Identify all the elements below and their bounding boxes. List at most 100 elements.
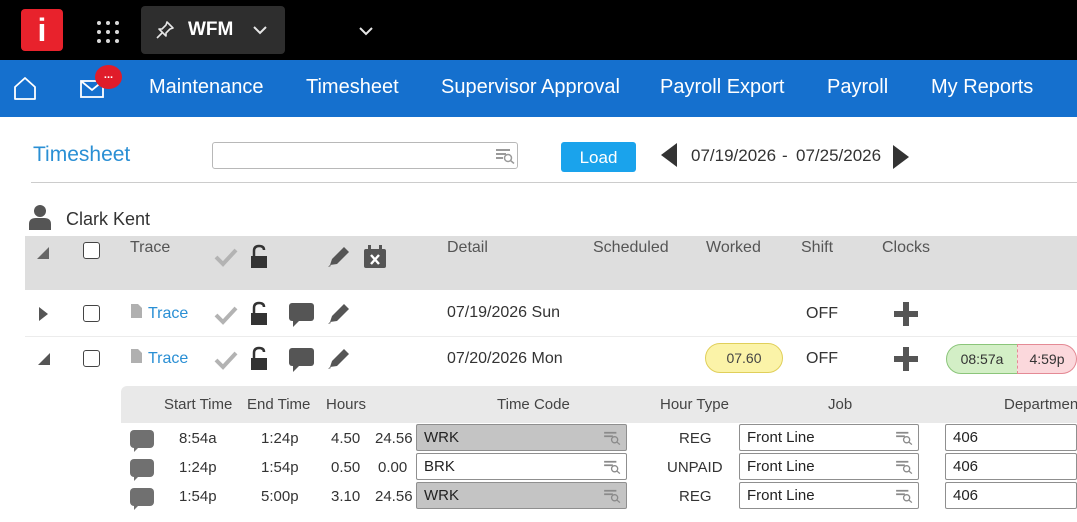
pin-icon xyxy=(156,21,174,39)
unlock-icon[interactable] xyxy=(248,301,274,327)
department-field[interactable]: 406 xyxy=(945,424,1077,451)
lookup-icon[interactable] xyxy=(495,148,515,164)
department-value: 406 xyxy=(953,487,979,504)
time-code-field[interactable]: WRK xyxy=(416,482,627,509)
load-button[interactable]: Load xyxy=(561,142,636,172)
detail-rate: 24.56 xyxy=(375,430,413,447)
date-from: 07/19/2026 xyxy=(691,146,777,165)
nav-supervisor-approval[interactable]: Supervisor Approval xyxy=(441,76,620,99)
select-all-checkbox[interactable] xyxy=(83,242,100,259)
employee-name: Clark Kent xyxy=(66,209,151,229)
job-value: Front Line xyxy=(747,429,815,446)
header-end-time: End Time xyxy=(247,396,311,413)
detail-end-time: 5:00p xyxy=(261,488,299,505)
nav-my-reports[interactable]: My Reports xyxy=(931,76,1033,99)
home-icon[interactable] xyxy=(12,75,38,101)
nav-timesheet[interactable]: Timesheet xyxy=(306,76,399,99)
comment-icon[interactable] xyxy=(288,302,316,328)
header-trace: Trace xyxy=(130,239,171,256)
department-value: 406 xyxy=(953,458,979,475)
approve-check-icon[interactable] xyxy=(214,350,238,370)
time-code-value: BRK xyxy=(424,458,455,475)
detail-hour-type: UNPAID xyxy=(667,459,723,476)
edit-pencil-icon[interactable] xyxy=(326,302,352,326)
calendar-remove-icon xyxy=(364,245,386,268)
row-divider xyxy=(25,336,1077,337)
lookup-icon[interactable] xyxy=(603,460,621,474)
time-code-field[interactable]: WRK xyxy=(416,424,627,451)
lookup-icon[interactable] xyxy=(895,489,913,503)
add-clock-icon[interactable] xyxy=(893,301,919,327)
app-logo[interactable]: i xyxy=(21,9,63,51)
lookup-icon[interactable] xyxy=(895,460,913,474)
header-clocks: Clocks xyxy=(882,239,931,256)
department-field[interactable]: 406 xyxy=(945,453,1077,480)
expand-row-icon[interactable] xyxy=(37,306,49,322)
collapse-all-icon[interactable] xyxy=(36,246,50,260)
add-clock-icon[interactable] xyxy=(893,346,919,372)
app-name: WFM xyxy=(188,19,234,40)
comment-icon[interactable] xyxy=(130,488,154,510)
trace-link[interactable]: Trace xyxy=(148,350,188,368)
edit-pencil-icon xyxy=(328,247,349,267)
grid-icon[interactable] xyxy=(97,21,119,43)
job-field[interactable]: Front Line xyxy=(739,482,919,509)
row-shift: OFF xyxy=(806,305,838,322)
worked-hours-pill[interactable]: 07.60 xyxy=(705,343,783,373)
unlock-icon xyxy=(251,244,267,268)
expand-chevron-icon[interactable] xyxy=(358,26,374,36)
header-divider xyxy=(31,182,1077,183)
employee-search-input[interactable] xyxy=(212,142,518,169)
header-job: Job xyxy=(828,396,853,413)
approve-check-icon xyxy=(214,248,238,267)
header-department: Department xyxy=(1004,396,1077,413)
detail-end-time: 1:54p xyxy=(261,459,299,476)
document-icon xyxy=(131,304,142,318)
header-worked: Worked xyxy=(706,239,761,256)
comment-icon[interactable] xyxy=(288,347,316,373)
time-code-field[interactable]: BRK xyxy=(416,453,627,480)
header-shift: Shift xyxy=(801,239,834,256)
row-checkbox[interactable] xyxy=(83,350,100,367)
job-field[interactable]: Front Line xyxy=(739,453,919,480)
detail-hour-type: REG xyxy=(679,488,712,505)
comment-icon[interactable] xyxy=(130,430,154,452)
row-checkbox[interactable] xyxy=(83,305,100,322)
unlock-icon[interactable] xyxy=(248,346,274,372)
approve-check-icon[interactable] xyxy=(214,305,238,325)
trace-link[interactable]: Trace xyxy=(148,305,188,323)
detail-rate: 0.00 xyxy=(378,459,408,476)
date-to: 07/25/2026 xyxy=(796,146,882,165)
row-date: 07/20/2026 Mon xyxy=(447,350,563,367)
job-field[interactable]: Front Line xyxy=(739,424,919,451)
department-field[interactable]: 406 xyxy=(945,482,1077,509)
nav-maintenance[interactable]: Maintenance xyxy=(149,76,264,99)
chevron-down-icon[interactable] xyxy=(252,25,268,35)
detail-hour-type: REG xyxy=(679,430,712,447)
detail-rate: 24.56 xyxy=(375,488,413,505)
lookup-icon[interactable] xyxy=(895,431,913,445)
clock-in-pill[interactable]: 08:57a xyxy=(946,344,1018,374)
previous-week-icon[interactable] xyxy=(661,143,677,167)
lookup-icon[interactable] xyxy=(603,431,621,445)
header-hour-type: Hour Type xyxy=(660,396,729,413)
edit-pencil-icon[interactable] xyxy=(326,347,352,371)
detail-start-time: 1:24p xyxy=(179,459,217,476)
detail-hours: 0.50 xyxy=(331,459,361,476)
nav-payroll-export[interactable]: Payroll Export xyxy=(660,76,785,99)
collapse-row-icon[interactable] xyxy=(37,352,51,366)
detail-hours: 4.50 xyxy=(331,430,361,447)
time-code-value: WRK xyxy=(424,487,459,504)
comment-icon[interactable] xyxy=(130,459,154,481)
header-time-code: Time Code xyxy=(497,396,570,413)
next-week-icon[interactable] xyxy=(893,145,909,169)
date-separator: - xyxy=(782,146,788,165)
row-date: 07/19/2026 Sun xyxy=(447,304,560,321)
header-detail: Detail xyxy=(447,239,488,256)
job-value: Front Line xyxy=(747,487,815,504)
nav-payroll[interactable]: Payroll xyxy=(827,76,888,99)
person-icon xyxy=(29,205,51,230)
lookup-icon[interactable] xyxy=(603,489,621,503)
time-code-value: WRK xyxy=(424,429,459,446)
clock-out-pill[interactable]: 4:59p xyxy=(1017,344,1077,374)
